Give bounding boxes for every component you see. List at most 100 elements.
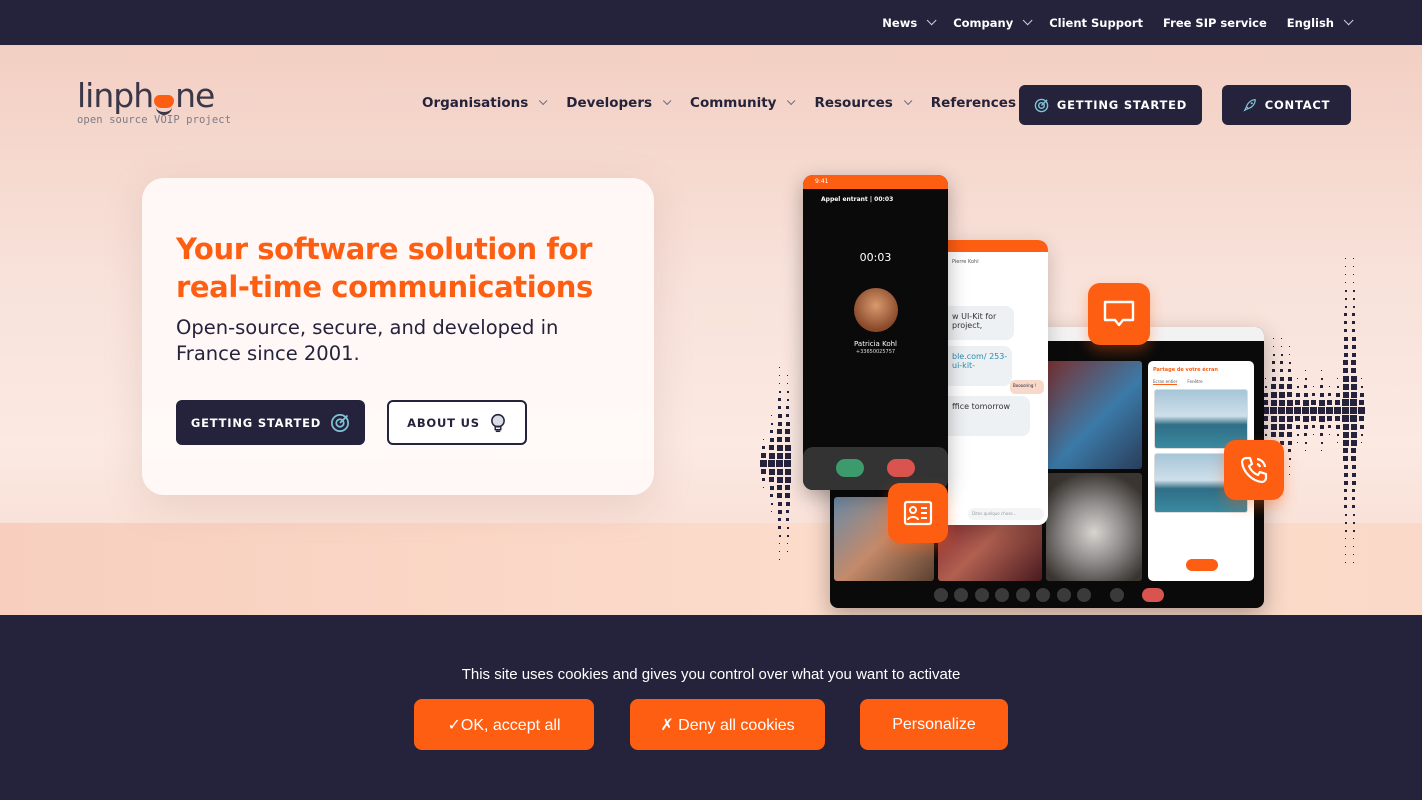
cookie-consent-banner: This site uses cookies and gives you con… bbox=[0, 615, 1422, 800]
wave-dot bbox=[1270, 391, 1277, 398]
wave-dot bbox=[1305, 450, 1306, 451]
caller-number: +33650025757 bbox=[855, 349, 896, 355]
wave-dot bbox=[1361, 442, 1362, 443]
caller-name: Patricia Kohl bbox=[854, 340, 897, 348]
chevron-down-icon bbox=[903, 96, 913, 106]
wave-dot bbox=[1304, 441, 1307, 444]
wave-dot bbox=[779, 383, 780, 384]
wave-dot bbox=[1343, 472, 1348, 477]
wave-dot bbox=[1344, 497, 1347, 500]
wave-dot bbox=[1289, 354, 1290, 355]
screen-share-tabs: Ecran entier Fenêtre bbox=[1148, 379, 1254, 385]
wave-dot bbox=[776, 444, 783, 451]
call-timer: 00:03 bbox=[859, 251, 892, 264]
wave-dot bbox=[1302, 407, 1309, 414]
wave-dot bbox=[777, 429, 782, 434]
wave-dot bbox=[1320, 385, 1323, 388]
wave-dot bbox=[771, 511, 772, 512]
wave-dot bbox=[1343, 352, 1348, 357]
nav-resources[interactable]: Resources bbox=[814, 95, 913, 111]
wave-dot bbox=[1271, 376, 1276, 381]
wave-dot bbox=[1287, 376, 1292, 381]
wave-dot bbox=[1344, 305, 1347, 308]
topbar-free-sip[interactable]: Free SIP service bbox=[1163, 16, 1267, 30]
wave-dot bbox=[1353, 266, 1354, 267]
wave-dot bbox=[1345, 554, 1346, 555]
wave-dot bbox=[1318, 415, 1325, 422]
wave-dot bbox=[785, 493, 790, 498]
topbar-client-support[interactable]: Client Support bbox=[1049, 16, 1143, 30]
nav-contact-button[interactable]: CONTACT bbox=[1222, 85, 1351, 125]
wave-dot bbox=[1342, 383, 1349, 390]
cookie-accept-all-button[interactable]: ✓OK, accept all bbox=[414, 699, 594, 750]
wave-dot bbox=[1345, 282, 1346, 283]
video-tile bbox=[1046, 473, 1142, 581]
wave-dot bbox=[1352, 513, 1355, 516]
wave-dot bbox=[776, 468, 783, 475]
cookie-personalize-button[interactable]: Personalize bbox=[860, 699, 1008, 750]
language-selector[interactable]: English bbox=[1287, 15, 1354, 30]
wave-dot bbox=[1342, 375, 1349, 382]
mic-control-icon bbox=[954, 588, 968, 602]
wave-dot bbox=[1344, 321, 1347, 324]
wave-dot bbox=[1351, 448, 1356, 453]
wave-dot bbox=[1310, 407, 1317, 414]
share-tab-window: Fenêtre bbox=[1187, 379, 1203, 384]
hero-getting-started-button[interactable]: GETTING STARTED bbox=[176, 400, 365, 445]
topbar-news-label: News bbox=[882, 15, 918, 30]
hero-about-us-button[interactable]: ABOUT US bbox=[387, 400, 527, 445]
nav-community[interactable]: Community bbox=[690, 95, 796, 111]
cookie-deny-all-button[interactable]: ✗ Deny all cookies bbox=[630, 699, 825, 750]
wave-dot bbox=[1352, 505, 1355, 508]
wave-dot bbox=[1305, 370, 1306, 371]
nav-organisations[interactable]: Organisations bbox=[422, 95, 548, 111]
wave-dot bbox=[1350, 407, 1357, 414]
chat-input: Dites quelque chose... bbox=[968, 508, 1044, 520]
wave-dot bbox=[784, 468, 791, 475]
main-nav: Organisations Developers Community Resou… bbox=[422, 95, 1038, 111]
wave-dot bbox=[1295, 416, 1300, 421]
wave-dot bbox=[779, 375, 780, 376]
topbar-news[interactable]: News bbox=[882, 15, 937, 30]
wave-dot bbox=[1312, 393, 1315, 396]
nav-getting-started-button[interactable]: GETTING STARTED bbox=[1019, 85, 1202, 125]
wave-dot bbox=[1289, 346, 1290, 347]
wave-dot bbox=[1313, 434, 1314, 435]
wave-dot bbox=[769, 477, 774, 482]
wave-dot bbox=[1352, 313, 1355, 316]
wave-dot bbox=[1296, 433, 1299, 436]
chevron-down-icon bbox=[539, 96, 548, 106]
wave-dot bbox=[1272, 369, 1275, 372]
nav-developers[interactable]: Developers bbox=[566, 95, 672, 111]
wave-dot bbox=[1350, 375, 1357, 382]
wave-dot bbox=[1295, 392, 1300, 397]
wave-dot bbox=[1287, 424, 1292, 429]
wave-dot bbox=[1279, 432, 1284, 437]
wave-dot bbox=[1311, 400, 1316, 405]
wave-dot bbox=[768, 460, 775, 467]
topbar-company[interactable]: Company bbox=[953, 15, 1033, 30]
wave-dot bbox=[1351, 352, 1356, 357]
wave-dot bbox=[1344, 505, 1347, 508]
wave-dot bbox=[1280, 369, 1283, 372]
wave-dot bbox=[1297, 442, 1298, 443]
wave-dot bbox=[1304, 385, 1307, 388]
chat-contact-name: Pierre Kohl bbox=[952, 259, 979, 265]
wave-dot bbox=[1297, 378, 1298, 379]
wave-dot bbox=[777, 437, 782, 442]
hero-title-line-1: Your software solution for bbox=[176, 232, 593, 266]
wave-dot bbox=[1303, 392, 1308, 397]
wave-dot bbox=[1350, 415, 1357, 422]
linphone-logo[interactable]: linph ne open source VOIP project bbox=[77, 78, 231, 127]
wave-dot bbox=[1350, 423, 1357, 430]
wave-dot bbox=[776, 452, 783, 459]
target-icon bbox=[1034, 98, 1049, 112]
chat-message: ffice tomorrow bbox=[948, 396, 1030, 436]
chevron-down-icon bbox=[1022, 15, 1033, 26]
wave-dot bbox=[1280, 361, 1283, 364]
wave-dot bbox=[1350, 399, 1357, 406]
wave-dot bbox=[1344, 289, 1347, 292]
nav-references[interactable]: References bbox=[931, 95, 1016, 111]
wave-dot bbox=[1353, 562, 1354, 563]
wave-dot bbox=[1344, 329, 1347, 332]
